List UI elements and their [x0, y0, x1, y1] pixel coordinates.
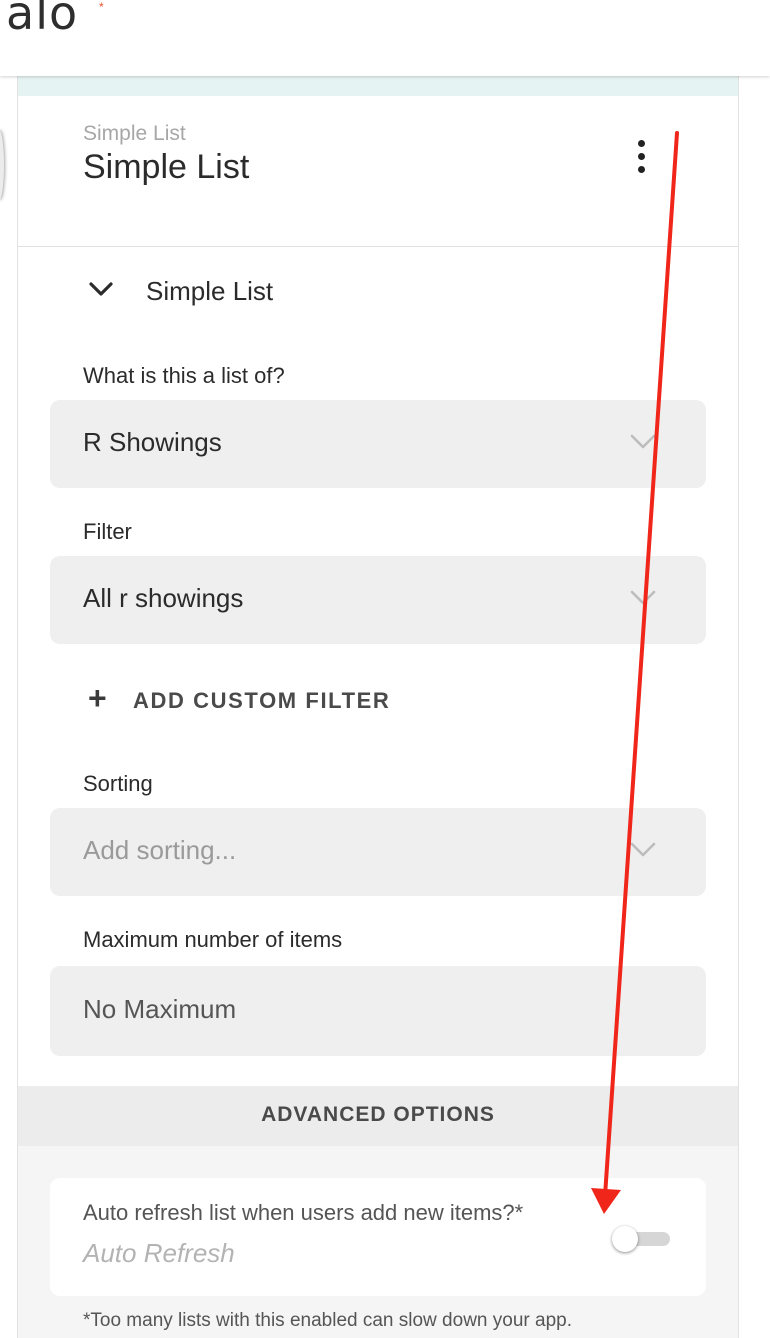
panel-top-strip [18, 76, 738, 96]
auto-refresh-sublabel: Auto Refresh [83, 1238, 235, 1268]
chevron-down-icon [630, 434, 656, 449]
filter-label: Filter [83, 519, 132, 544]
filter-select[interactable]: All r showings [50, 556, 706, 644]
max-items-label: Maximum number of items [83, 927, 343, 952]
auto-refresh-label: Auto refresh list when users add new ite… [83, 1200, 524, 1225]
sorting-label: Sorting [83, 771, 153, 796]
logo-star-mark: * [99, 0, 104, 14]
sorting-placeholder: Add sorting... [83, 835, 237, 865]
list-of-select[interactable]: R Showings [50, 400, 706, 488]
component-name: Simple List [83, 148, 250, 186]
left-panel-edge [0, 130, 4, 200]
auto-refresh-footnote: *Too many lists with this enabled can sl… [83, 1310, 572, 1331]
max-items-input[interactable]: No Maximum [50, 966, 706, 1056]
properties-panel: Simple List Simple List Simple List What… [17, 76, 739, 1338]
app-logo[interactable]: alo [6, 0, 78, 40]
section-title: Simple List [146, 276, 274, 306]
component-type-label: Simple List [83, 122, 186, 145]
chevron-down-icon [630, 842, 656, 857]
section-toggle-simple-list[interactable]: Simple List [88, 273, 388, 315]
auto-refresh-option: Auto refresh list when users add new ite… [50, 1178, 706, 1296]
filter-value: All r showings [83, 583, 244, 613]
auto-refresh-toggle[interactable] [612, 1226, 672, 1252]
component-header: Simple List Simple List [18, 96, 738, 247]
advanced-options-label: ADVANCED OPTIONS [261, 1103, 495, 1126]
advanced-options-toggle[interactable]: ADVANCED OPTIONS [18, 1086, 738, 1146]
sorting-select[interactable]: Add sorting... [50, 808, 706, 896]
chevron-down-icon [89, 282, 113, 296]
max-items-value: No Maximum [83, 994, 237, 1024]
toggle-knob [612, 1226, 638, 1252]
app-header-bar: alo * [0, 0, 770, 76]
chevron-down-icon [630, 590, 656, 605]
add-custom-filter-label: ADD CUSTOM FILTER [133, 688, 391, 713]
list-of-value: R Showings [83, 427, 222, 457]
kebab-menu-icon[interactable] [632, 140, 652, 174]
advanced-options-content: Auto refresh list when users add new ite… [18, 1146, 738, 1338]
list-of-label: What is this a list of? [83, 363, 285, 388]
add-custom-filter-button[interactable]: + ADD CUSTOM FILTER [88, 680, 428, 720]
plus-icon: + [88, 680, 107, 716]
